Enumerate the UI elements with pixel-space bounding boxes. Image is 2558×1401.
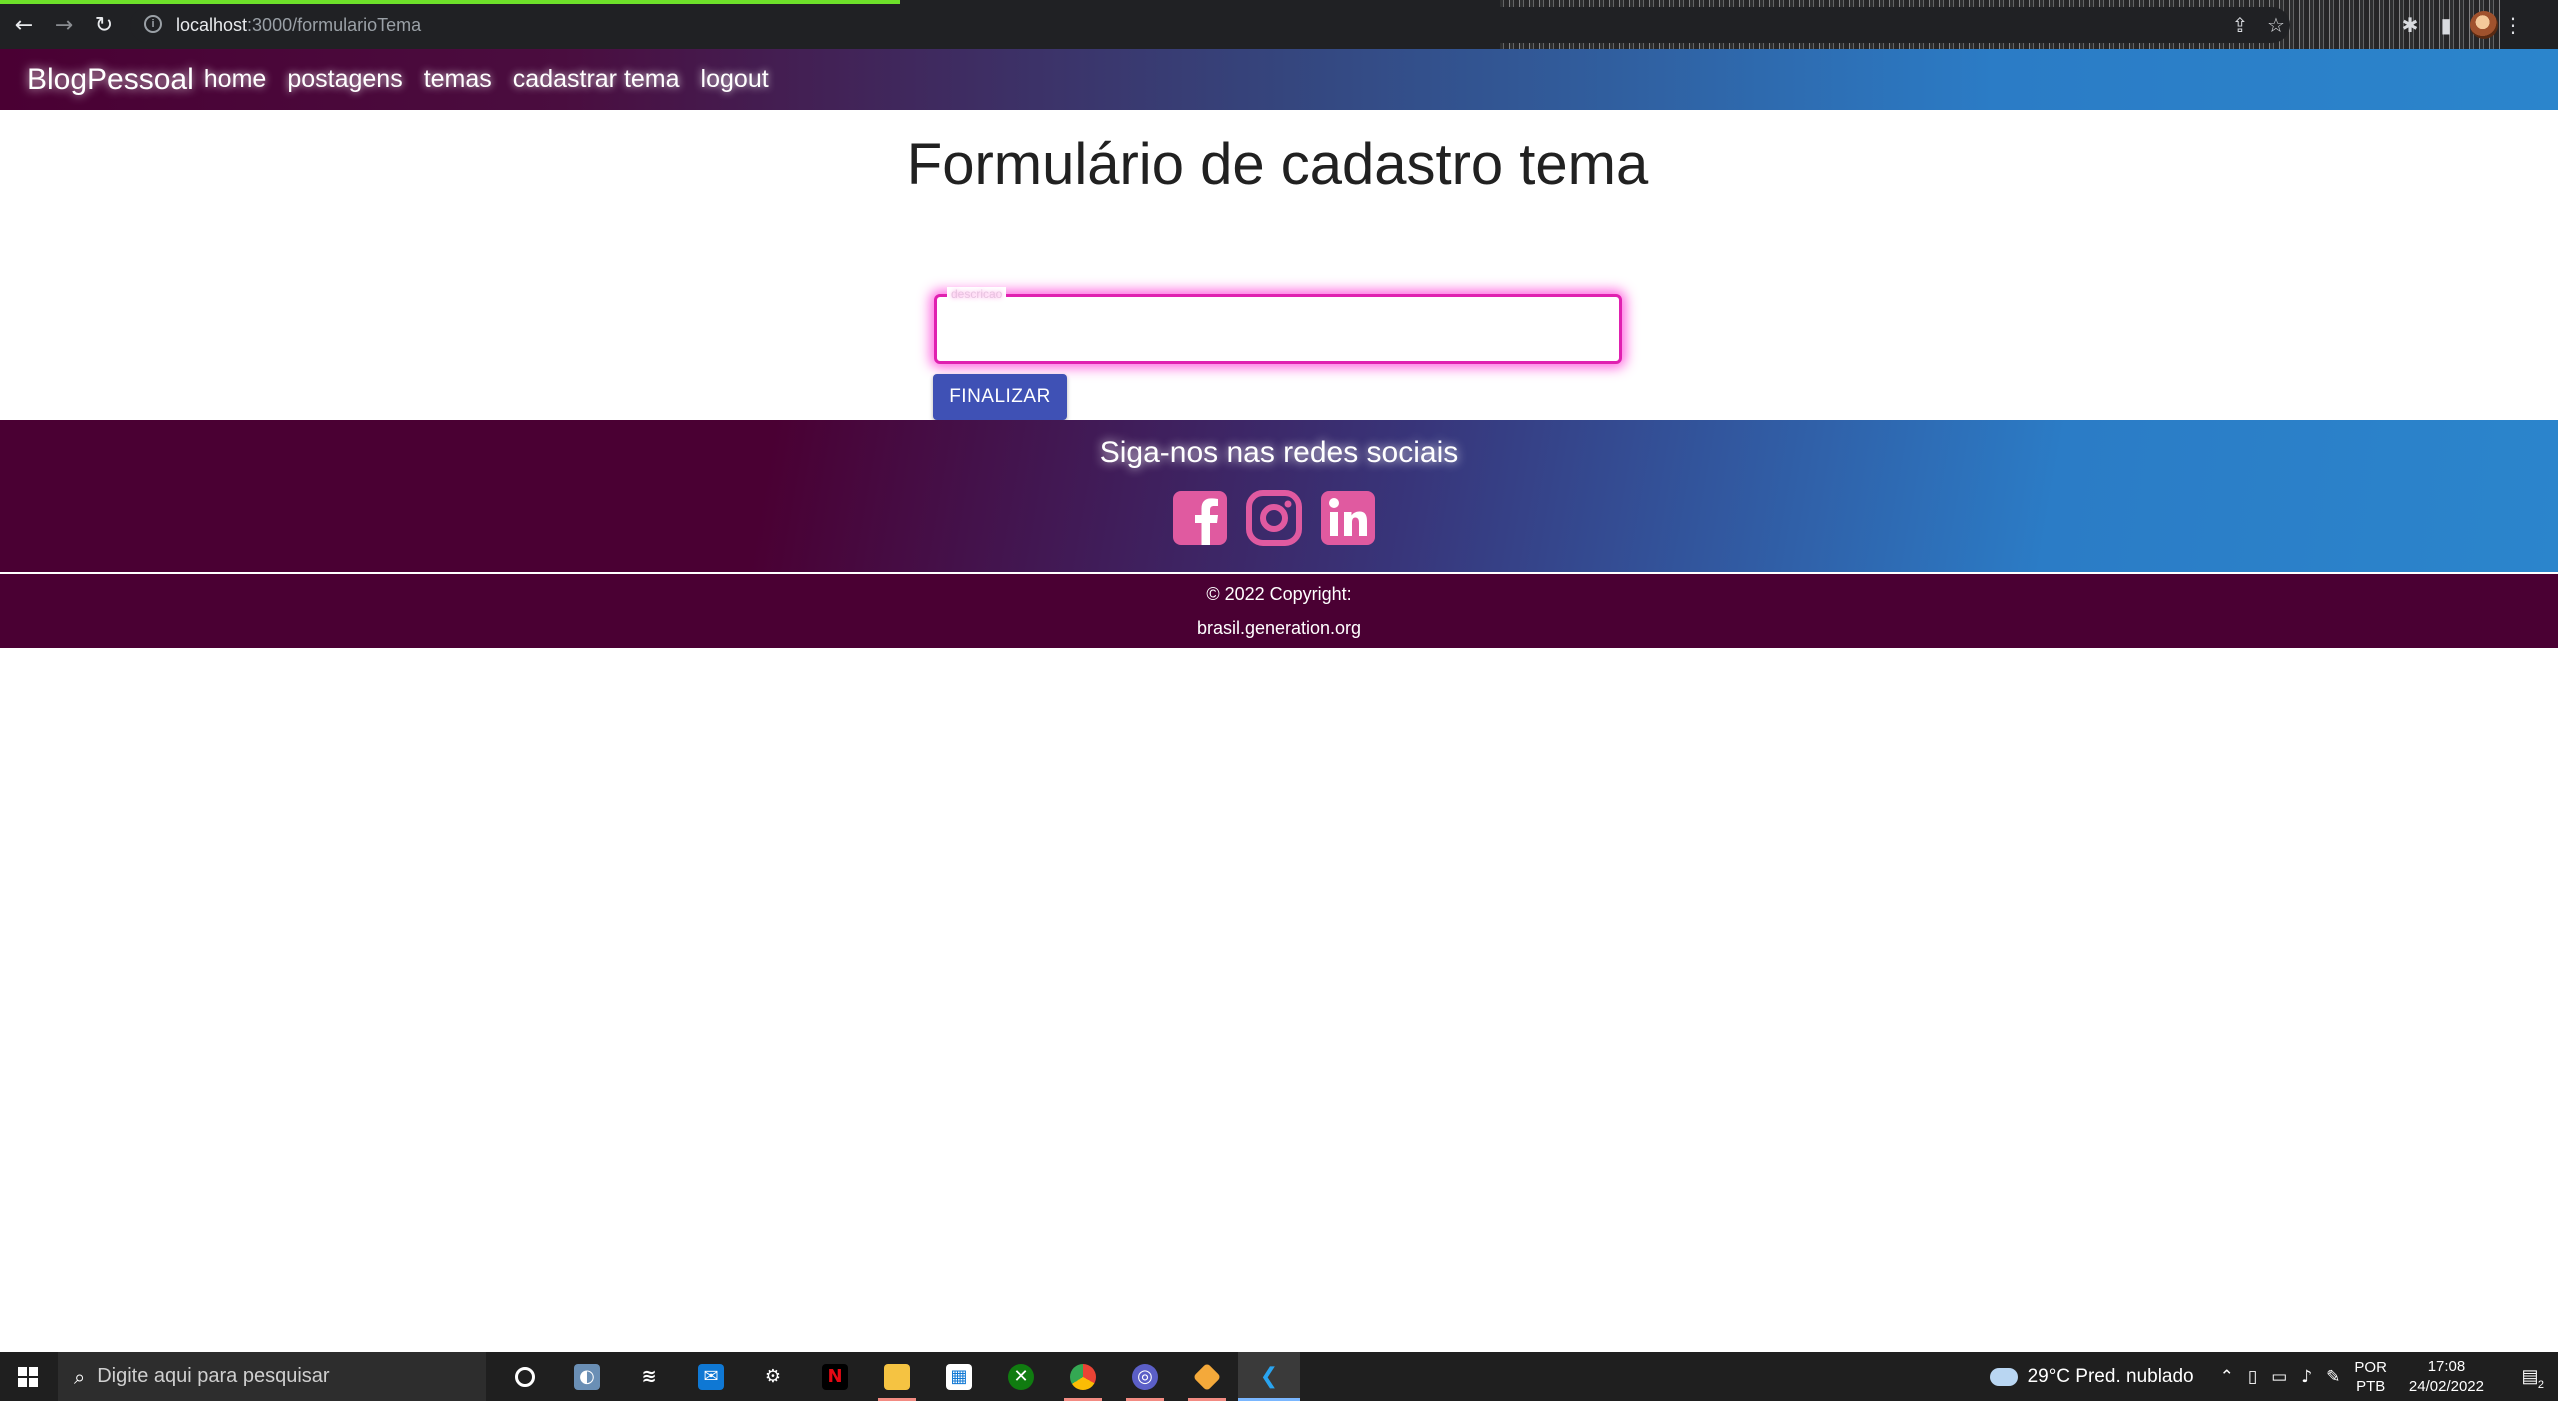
url-path: :3000/formularioTema	[247, 15, 422, 35]
nav-link-logout[interactable]: logout	[701, 65, 769, 94]
toolbar-actions: ⇪ ☆	[2222, 9, 2294, 41]
url-host: localhost	[176, 15, 248, 35]
description-field[interactable]: descricao	[934, 287, 1622, 364]
cloud-icon	[1989, 1367, 2018, 1386]
netflix-icon[interactable]: N	[804, 1352, 866, 1401]
nav-link-postagens[interactable]: postagens	[287, 65, 402, 94]
facebook-icon[interactable]	[1170, 488, 1230, 548]
site-link[interactable]: brasil.generation.org	[0, 618, 2558, 639]
mail-icon[interactable]: ✉	[680, 1352, 742, 1401]
network-icon[interactable]: ▭	[2271, 1367, 2287, 1387]
pen-icon[interactable]: ✎	[2326, 1367, 2340, 1387]
windows-taskbar: ⌕ Digite aqui para pesquisar ◐ ≋ ✉ ⚙ N ▦…	[0, 1352, 2558, 1401]
page-title: Formulário de cadastro tema	[906, 132, 1649, 197]
share-icon[interactable]: ⇪	[2222, 9, 2258, 41]
volume-icon[interactable]: ♪	[2301, 1367, 2312, 1387]
taskbar-search[interactable]: ⌕ Digite aqui para pesquisar	[58, 1352, 486, 1401]
extension-actions: ✱ ▮ ⋮	[2392, 9, 2528, 41]
windows-logo-icon	[18, 1366, 38, 1387]
browser-toolbar: ← → ↻ i localhost:3000/formularioTema ⇪ …	[0, 0, 2558, 49]
notification-count: 2	[2537, 1378, 2544, 1391]
description-input[interactable]	[937, 297, 1619, 361]
social-title: Siga-nos nas redes sociais	[1099, 436, 1459, 469]
settings-icon[interactable]: ⚙	[742, 1352, 804, 1401]
clock-time: 17:08	[2427, 1357, 2466, 1375]
start-button[interactable]	[0, 1352, 56, 1401]
nav-link-temas[interactable]: temas	[424, 65, 492, 94]
side-panel-icon[interactable]: ▮	[2428, 9, 2464, 41]
search-placeholder: Digite aqui para pesquisar	[97, 1365, 330, 1387]
chrome-canary-icon[interactable]: ◎	[1114, 1352, 1176, 1401]
app-navbar: BlogPessoal home postagens temas cadastr…	[0, 49, 2558, 110]
language-code: POR	[2354, 1358, 2387, 1376]
language-indicator[interactable]: POR PTB	[2354, 1358, 2387, 1396]
store-icon[interactable]: ▦	[928, 1352, 990, 1401]
finalize-button[interactable]: FINALIZAR	[933, 374, 1067, 420]
profile-avatar[interactable]	[2470, 11, 2498, 39]
site-info-icon[interactable]: i	[144, 15, 162, 33]
xbox-icon[interactable]: ✕	[990, 1352, 1052, 1401]
back-arrow-icon[interactable]: ←	[8, 10, 40, 42]
url-text[interactable]: localhost:3000/formularioTema	[176, 15, 421, 36]
nav-link-cadastrar-tema[interactable]: cadastrar tema	[513, 65, 680, 94]
clock[interactable]: 17:08 24/02/2022	[2409, 1357, 2484, 1397]
linkedin-icon[interactable]	[1318, 488, 1378, 548]
chevron-up-icon[interactable]: ⌃	[2220, 1367, 2234, 1387]
extensions-puzzle-icon[interactable]: ✱	[2392, 9, 2428, 41]
weather-text: 29°C Pred. nublado	[2027, 1365, 2194, 1387]
taskbar-apps: ◐ ≋ ✉ ⚙ N ▦ ✕ ◎ ❮	[494, 1352, 1300, 1401]
clock-date: 24/02/2022	[2408, 1377, 2484, 1395]
forward-arrow-icon[interactable]: →	[48, 10, 80, 42]
notification-center-icon[interactable]: ▤ 2	[2510, 1357, 2550, 1397]
page-load-progress	[0, 0, 900, 4]
footer-copyright: © 2022 Copyright: brasil.generation.org	[0, 574, 2558, 648]
git-icon[interactable]	[1176, 1352, 1238, 1401]
chat-bubble-icon: ▤	[2521, 1366, 2539, 1386]
address-bar[interactable]: i localhost:3000/formularioTema	[130, 7, 2290, 43]
nav-link-home[interactable]: home	[204, 65, 267, 94]
social-icons	[1170, 488, 1378, 548]
stack-icon[interactable]: ≋	[618, 1352, 680, 1401]
search-icon: ⌕	[74, 1364, 86, 1389]
bookmark-star-icon[interactable]: ☆	[2258, 9, 2294, 41]
chrome-icon[interactable]	[1052, 1352, 1114, 1401]
file-explorer-icon[interactable]	[866, 1352, 928, 1401]
menu-kebab-icon[interactable]: ⋮	[2498, 9, 2528, 41]
reload-icon[interactable]: ↻	[88, 10, 120, 42]
system-tray: 29°C Pred. nublado ⌃ ▯ ▭ ♪ ✎ POR PTB 17:…	[1989, 1352, 2558, 1401]
keyboard-layout: PTB	[2356, 1377, 2386, 1395]
photos-icon[interactable]: ◐	[556, 1352, 618, 1401]
instagram-icon[interactable]	[1244, 488, 1304, 548]
vscode-icon[interactable]: ❮	[1238, 1352, 1300, 1401]
copyright-text: © 2022 Copyright:	[1206, 584, 1352, 604]
footer-social: Siga-nos nas redes sociais	[0, 420, 2558, 572]
weather-widget[interactable]: 29°C Pred. nublado	[1989, 1365, 2194, 1388]
cortana-icon[interactable]	[494, 1352, 556, 1401]
brand-logo[interactable]: BlogPessoal	[27, 63, 194, 97]
device-icon[interactable]: ▯	[2248, 1367, 2257, 1387]
